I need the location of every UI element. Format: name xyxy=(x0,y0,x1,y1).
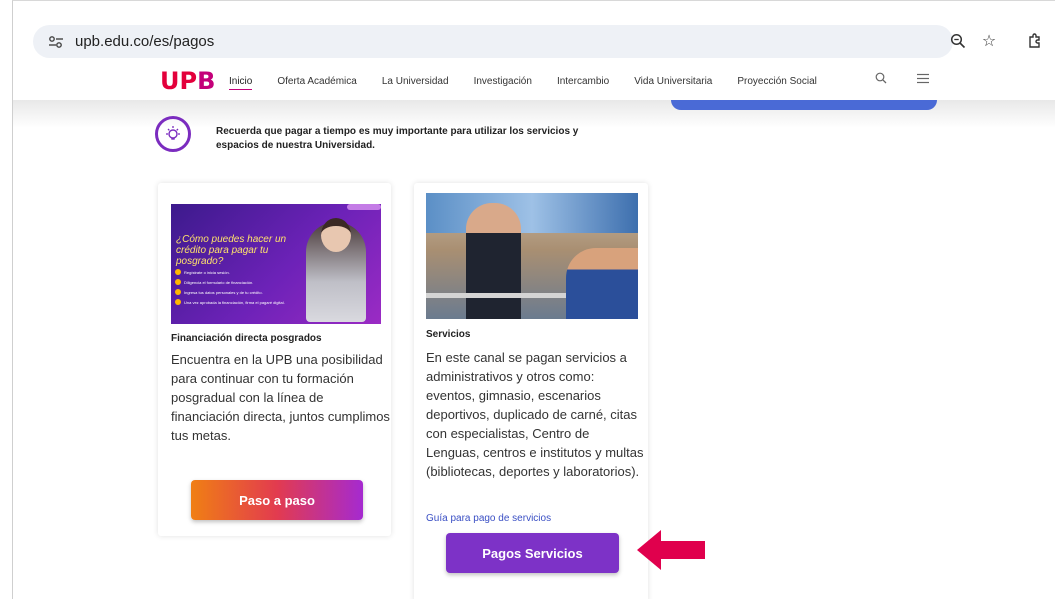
woman-head xyxy=(321,218,351,252)
image-step: Ingresa tus datos personales y de tu cré… xyxy=(184,289,263,295)
image-pill xyxy=(347,204,381,210)
upb-logo[interactable]: UPB xyxy=(160,69,215,93)
nav-item-vida-universitaria[interactable]: Vida Universitaria xyxy=(634,76,712,90)
image-step: Diligencia el formulario de financiación… xyxy=(184,279,254,285)
nav-item-inicio[interactable]: Inicio xyxy=(229,76,253,90)
tune-icon[interactable] xyxy=(47,33,65,51)
financiacion-image[interactable]: ¿Cómo puedes hacer un crédito para pagar… xyxy=(171,204,381,324)
lightbulb-icon xyxy=(155,116,191,152)
card-caption: Financiación directa posgrados xyxy=(171,333,322,344)
extensions-icon[interactable] xyxy=(1025,31,1045,51)
nav-item-oferta-academica[interactable]: Oferta Académica xyxy=(277,76,356,90)
site-header: UPB Inicio Oferta Académica La Universid… xyxy=(13,66,1055,100)
browser-toolbar: upb.edu.co/es/pagos ☆ xyxy=(12,0,1055,66)
main-nav: Inicio Oferta Académica La Universidad I… xyxy=(229,76,842,90)
payment-reminder-text: Recuerda que pagar a tiempo es muy impor… xyxy=(216,126,579,151)
card-caption: Servicios xyxy=(426,329,471,340)
address-bar[interactable]: upb.edu.co/es/pagos xyxy=(33,25,953,58)
man-figure-left xyxy=(466,203,521,319)
nav-item-proyeccion-social[interactable]: Proyección Social xyxy=(737,76,816,90)
nav-item-la-universidad[interactable]: La Universidad xyxy=(382,76,449,90)
search-icon[interactable] xyxy=(875,72,887,87)
pagos-servicios-button[interactable]: Pagos Servicios xyxy=(446,533,619,573)
card-financiacion: ¿Cómo puedes hacer un crédito para pagar… xyxy=(158,183,391,536)
image-step: Una vez aprobada la financiación, firma … xyxy=(184,299,285,305)
card-servicios: Servicios En este canal se pagan servici… xyxy=(414,183,648,599)
menu-icon[interactable] xyxy=(917,72,929,87)
arrow-left-icon xyxy=(637,530,705,570)
paso-a-paso-button[interactable]: Paso a paso xyxy=(191,480,363,520)
image-steps: Regístrate o inicia sesión. Diligencia e… xyxy=(175,267,295,307)
nav-item-intercambio[interactable]: Intercambio xyxy=(557,76,609,90)
man-figure-right xyxy=(566,248,638,319)
star-icon[interactable]: ☆ xyxy=(979,31,999,51)
blue-banner-edge xyxy=(671,100,937,110)
image-step: Regístrate o inicia sesión. xyxy=(184,269,230,275)
guia-pago-servicios-link[interactable]: Guía para pago de servicios xyxy=(426,513,551,524)
zoom-icon[interactable] xyxy=(948,31,968,51)
image-title: ¿Cómo puedes hacer un crédito para pagar… xyxy=(176,234,287,267)
card-description: Encuentra en la UPB una posibilidad para… xyxy=(171,352,390,443)
url-text[interactable]: upb.edu.co/es/pagos xyxy=(75,33,214,50)
image-background xyxy=(426,193,638,233)
servicios-image[interactable] xyxy=(426,193,638,319)
nav-item-investigacion[interactable]: Investigación xyxy=(474,76,532,90)
page-viewport: UPB Inicio Oferta Académica La Universid… xyxy=(12,66,1055,599)
card-description: En este canal se pagan servicios a admin… xyxy=(426,350,644,479)
